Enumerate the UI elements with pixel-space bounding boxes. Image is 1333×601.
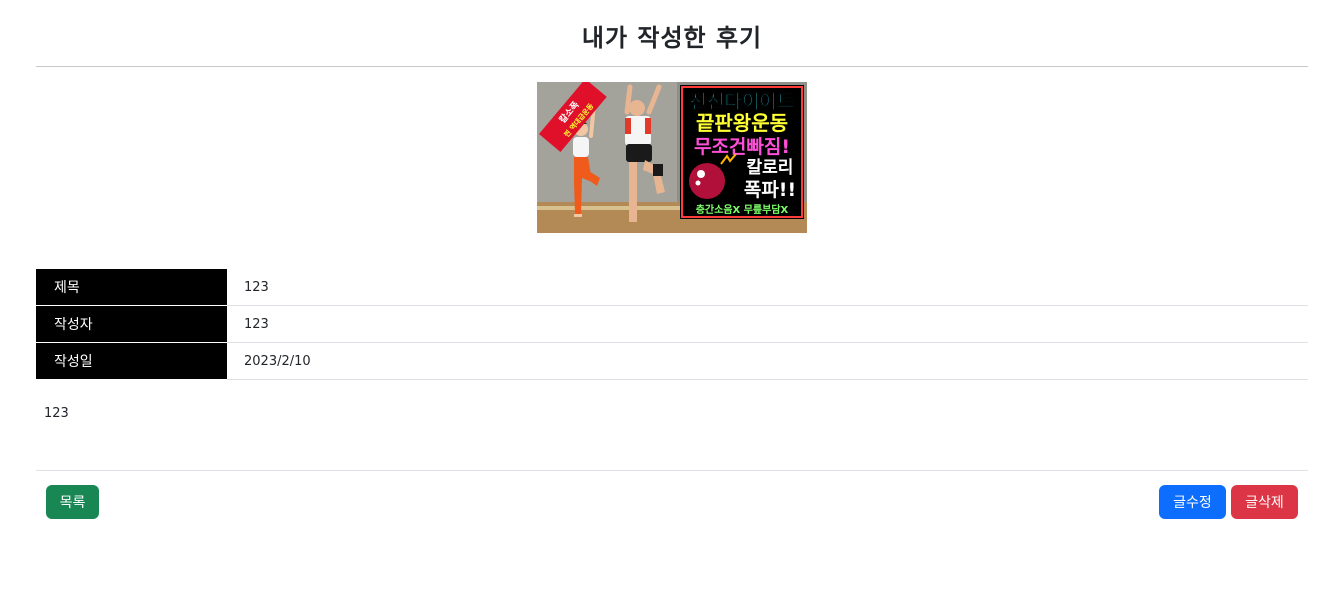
table-row: 작성자 123 — [36, 305, 1308, 343]
thumb-calorie-line2: 폭파!! — [744, 179, 796, 201]
thumb-headline-3: 무조건빠짐! — [694, 136, 790, 158]
review-thumbnail-image: 전신다이어트 끝판왕운동 무조건빠짐! 칼로리 폭파!! 층간소음X 무릎부담X… — [537, 82, 807, 233]
author-value: 123 — [227, 305, 1308, 343]
thumb-headline-1: 전신다이어트 — [690, 91, 795, 113]
thumb-footer: 층간소음X 무릎부담X — [696, 203, 789, 216]
table-row: 제목 123 — [36, 269, 1308, 306]
page-title: 내가 작성한 후기 — [581, 24, 763, 52]
delete-button[interactable]: 글삭제 — [1231, 485, 1298, 519]
content-divider — [36, 470, 1308, 471]
review-details-table: 제목 123 작성자 123 작성일 2023/2/10 — [36, 269, 1308, 380]
list-button[interactable]: 목록 — [46, 485, 99, 519]
title-divider — [36, 66, 1308, 67]
table-row: 작성일 2023/2/10 — [36, 342, 1308, 380]
date-value: 2023/2/10 — [227, 342, 1308, 380]
thumb-calorie-line1: 칼로리 — [747, 158, 794, 178]
date-label: 작성일 — [36, 342, 227, 380]
edit-button[interactable]: 글수정 — [1159, 485, 1226, 519]
author-label: 작성자 — [36, 305, 227, 343]
review-content: 123 — [44, 406, 69, 421]
thumb-headline-2: 끝판왕운동 — [696, 111, 788, 135]
title-label: 제목 — [36, 269, 227, 306]
title-value: 123 — [227, 269, 1308, 306]
bomb-icon — [689, 163, 725, 199]
